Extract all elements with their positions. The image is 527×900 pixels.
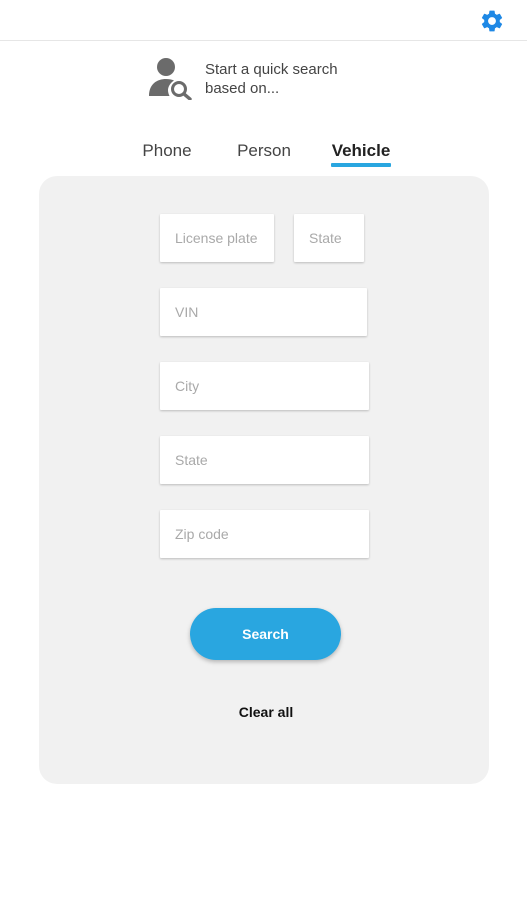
- active-tab-indicator: [331, 163, 391, 167]
- tab-phone[interactable]: Phone: [141, 140, 193, 168]
- vehicle-search-form: Search Clear all: [39, 176, 489, 784]
- person-search-icon: [149, 58, 192, 100]
- intro-text: Start a quick search based on...: [205, 60, 405, 98]
- tab-vehicle[interactable]: Vehicle: [331, 140, 391, 168]
- intro-line-1: Start a quick search: [205, 61, 338, 78]
- tab-vehicle-label: Vehicle: [331, 141, 391, 160]
- quick-search-intro: Start a quick search based on...: [146, 56, 406, 102]
- top-bar: [0, 0, 527, 41]
- clear-all-button[interactable]: Clear all: [215, 704, 317, 720]
- state-input[interactable]: [160, 436, 369, 484]
- search-button[interactable]: Search: [190, 608, 341, 660]
- plate-state-input[interactable]: [294, 214, 364, 262]
- gear-icon[interactable]: [479, 8, 505, 34]
- search-type-tabs: Phone Person Vehicle: [0, 140, 527, 170]
- zip-code-input[interactable]: [160, 510, 369, 558]
- vin-input[interactable]: [160, 288, 367, 336]
- license-plate-input[interactable]: [160, 214, 274, 262]
- tab-person[interactable]: Person: [235, 140, 293, 168]
- city-input[interactable]: [160, 362, 369, 410]
- intro-line-2: based on...: [205, 80, 280, 97]
